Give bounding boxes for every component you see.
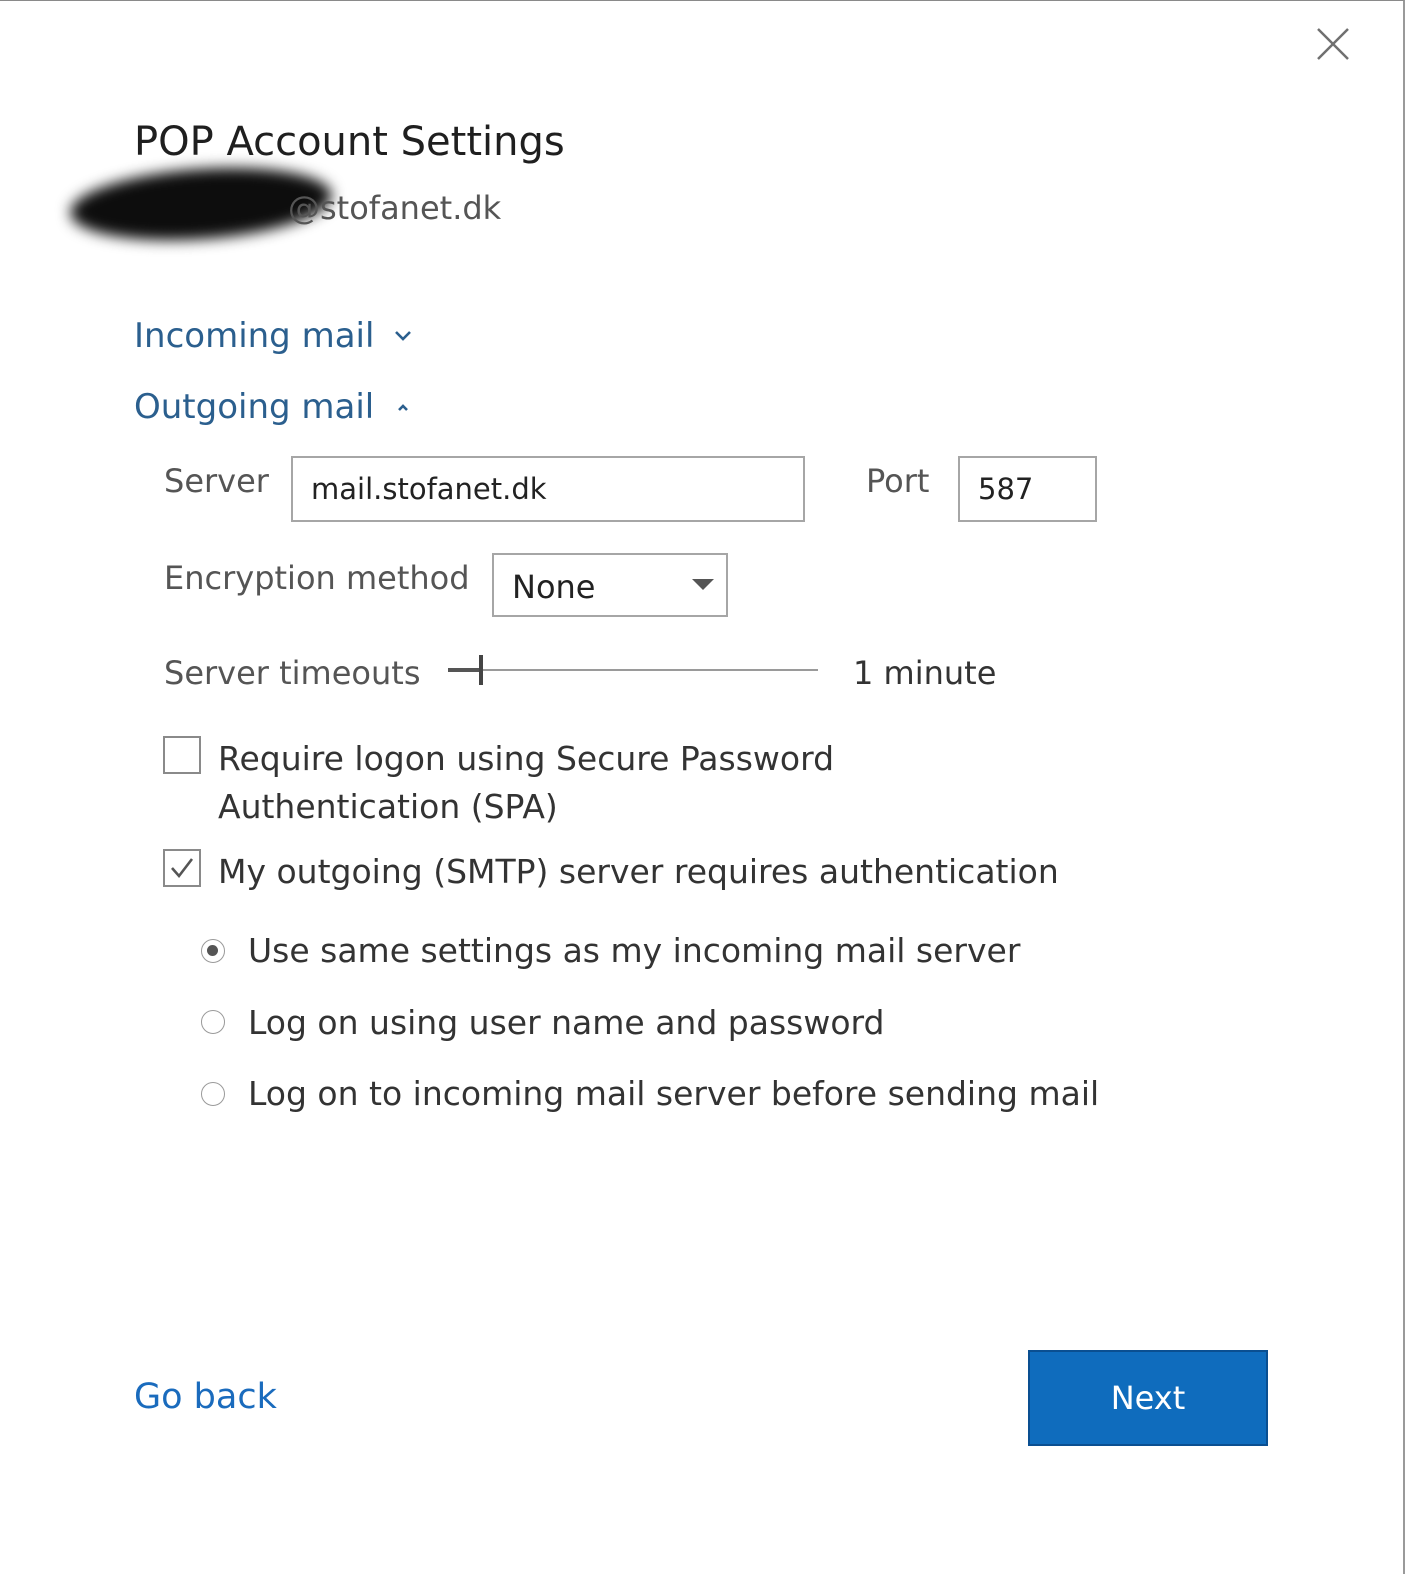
chevron-up-icon bbox=[398, 404, 409, 411]
auth-option-username-password-label: Log on using user name and password bbox=[248, 1003, 885, 1042]
account-domain: @stofanet.dk bbox=[288, 189, 502, 227]
slider-thumb[interactable] bbox=[479, 655, 483, 685]
server-timeouts-value: 1 minute bbox=[853, 654, 997, 692]
slider-fill bbox=[448, 668, 481, 672]
server-timeouts-slider[interactable] bbox=[448, 651, 818, 691]
port-label: Port bbox=[866, 462, 930, 500]
account-address: @stofanet.dk bbox=[30, 151, 510, 271]
next-button[interactable]: Next bbox=[1028, 1350, 1268, 1446]
port-input[interactable] bbox=[958, 456, 1097, 522]
auth-option-same-settings-label: Use same settings as my incoming mail se… bbox=[248, 931, 1021, 970]
auth-option-same-settings-radio[interactable] bbox=[201, 939, 225, 963]
server-input[interactable] bbox=[291, 456, 805, 522]
close-icon bbox=[1317, 28, 1349, 60]
smtp-auth-label: My outgoing (SMTP) server requires authe… bbox=[218, 852, 1059, 891]
server-timeouts-label: Server timeouts bbox=[164, 654, 421, 692]
encryption-method-value: None bbox=[512, 568, 596, 606]
encryption-method-select[interactable]: None bbox=[492, 553, 728, 617]
close-button[interactable] bbox=[1314, 25, 1352, 63]
spa-label: Require logon using Secure Password Auth… bbox=[218, 739, 835, 826]
go-back-link[interactable]: Go back bbox=[134, 1377, 277, 1417]
outgoing-mail-toggle[interactable]: Outgoing mail bbox=[134, 387, 414, 427]
incoming-mail-toggle[interactable]: Incoming mail bbox=[134, 316, 414, 356]
outgoing-mail-label: Outgoing mail bbox=[134, 387, 375, 427]
radio-selected-dot bbox=[207, 945, 218, 956]
encryption-method-label: Encryption method bbox=[164, 559, 470, 597]
dropdown-caret-icon bbox=[692, 579, 714, 590]
smtp-auth-checkbox[interactable] bbox=[163, 849, 201, 887]
incoming-mail-label: Incoming mail bbox=[134, 316, 375, 356]
pop-account-settings-dialog: POP Account Settings @stofanet.dk Incomi… bbox=[0, 0, 1405, 1574]
spa-checkbox[interactable] bbox=[163, 736, 201, 774]
server-label: Server bbox=[164, 462, 269, 500]
auth-option-logon-before-sending-label: Log on to incoming mail server before se… bbox=[248, 1074, 1100, 1113]
slider-track bbox=[448, 669, 818, 671]
auth-option-username-password-radio[interactable] bbox=[201, 1010, 225, 1034]
checkmark-icon bbox=[171, 858, 194, 879]
auth-option-logon-before-sending-radio[interactable] bbox=[201, 1082, 225, 1106]
chevron-down-icon bbox=[395, 331, 412, 341]
